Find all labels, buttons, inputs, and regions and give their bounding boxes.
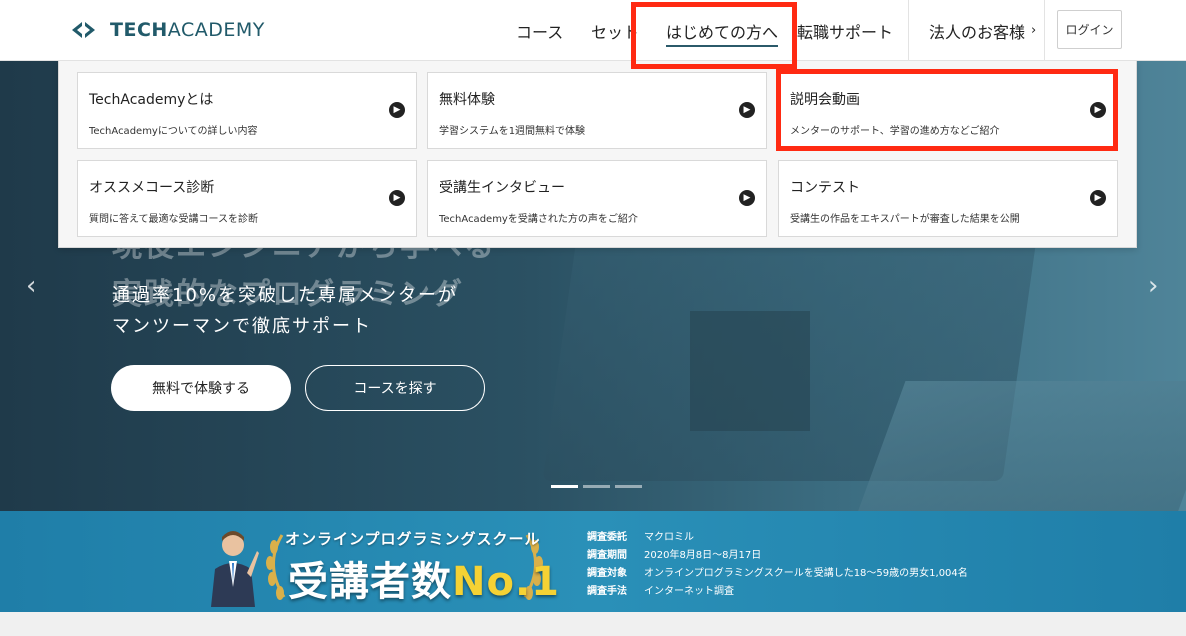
ranking-banner[interactable]: オンラインプログラミングスクール 受講者数No.1 調査委託 マクロミル 調査期間… xyxy=(0,511,1186,612)
hero-video-image xyxy=(690,311,810,431)
card-title: 無料体験 xyxy=(439,92,495,108)
nav-corporate[interactable]: 法人のお客様 › xyxy=(929,0,1036,61)
menu-card-info-session-video[interactable]: 説明会動画 メンターのサポート、学習の進め方などご紹介 ▶ xyxy=(778,72,1118,149)
nav-divider xyxy=(908,0,909,61)
banner-headline: 受講者数No.1 xyxy=(288,559,560,605)
menu-card-interviews[interactable]: 受講生インタビュー TechAcademyを受講された方の声をご紹介 ▶ xyxy=(427,160,767,237)
arrow-circle-icon: ▶ xyxy=(739,190,755,206)
card-title: 受講生インタビュー xyxy=(439,180,565,196)
carousel-dot[interactable] xyxy=(551,485,578,488)
card-description: 学習システムを1週間無料で体験 xyxy=(439,126,586,137)
nav-courses[interactable]: コース xyxy=(516,0,563,61)
chevron-right-icon: › xyxy=(1031,23,1037,38)
survey-info-row: 調査委託 マクロミル xyxy=(587,532,694,543)
logo-text: TECHACADEMY xyxy=(110,19,265,41)
techacademy-logo[interactable]: TECHACADEMY xyxy=(72,16,265,44)
card-description: TechAcademyについての詳しい内容 xyxy=(89,126,258,137)
survey-info-row: 調査手法 インターネット調査 xyxy=(587,586,734,597)
menu-card-about[interactable]: TechAcademyとは TechAcademyについての詳しい内容 ▶ xyxy=(77,72,417,149)
card-description: TechAcademyを受講された方の声をご紹介 xyxy=(439,214,638,225)
hero-subtitle-line1: 通過率10%を突破した専属メンターが xyxy=(112,285,459,306)
nav-divider xyxy=(1044,0,1045,61)
nav-sets[interactable]: セット xyxy=(591,0,639,61)
card-description: メンターのサポート、学習の進め方などご紹介 xyxy=(790,126,1000,137)
find-course-button[interactable]: コースを探す xyxy=(305,365,485,411)
carousel-next-icon[interactable]: › xyxy=(1148,271,1158,301)
carousel-dot[interactable] xyxy=(615,485,642,488)
carousel-indicators xyxy=(551,485,642,488)
arrow-circle-icon: ▶ xyxy=(1090,190,1106,206)
nav-career-support[interactable]: 転職サポート xyxy=(797,0,893,61)
arrow-circle-icon: ▶ xyxy=(389,102,405,118)
logo-brackets-icon xyxy=(72,22,95,38)
person-illustration xyxy=(211,531,259,607)
banner-label: オンラインプログラミングスクール xyxy=(285,530,541,548)
nav-beginners[interactable]: はじめての方へ xyxy=(666,0,779,61)
card-title: コンテスト xyxy=(790,180,860,196)
hero-subtitle-line2: マンツーマンで徹底サポート xyxy=(112,316,372,337)
card-title: 説明会動画 xyxy=(790,92,860,108)
login-button[interactable]: ログイン xyxy=(1057,10,1122,49)
survey-info-row: 調査期間 2020年8月8日〜8月17日 xyxy=(587,550,762,561)
carousel-prev-icon[interactable]: ‹ xyxy=(26,271,36,301)
carousel-dot[interactable] xyxy=(583,485,610,488)
free-trial-button[interactable]: 無料で体験する xyxy=(111,365,291,411)
arrow-circle-icon: ▶ xyxy=(1090,102,1106,118)
beginners-dropdown-menu: TechAcademyとは TechAcademyについての詳しい内容 ▶ 無料… xyxy=(58,61,1137,248)
menu-card-contest[interactable]: コンテスト 受講生の作品をエキスパートが審査した結果を公開 ▶ xyxy=(778,160,1118,237)
hero-keyboard-image xyxy=(854,381,1186,511)
menu-card-free-trial[interactable]: 無料体験 学習システムを1週間無料で体験 ▶ xyxy=(427,72,767,149)
arrow-circle-icon: ▶ xyxy=(739,102,755,118)
card-title: TechAcademyとは xyxy=(89,92,214,108)
site-header: TECHACADEMY コース セット はじめての方へ 転職サポート 法人のお客… xyxy=(0,0,1186,61)
card-description: 受講生の作品をエキスパートが審査した結果を公開 xyxy=(790,214,1020,225)
card-title: オススメコース診断 xyxy=(89,180,215,196)
menu-card-course-diagnosis[interactable]: オススメコース診断 質問に答えて最適な受講コースを診断 ▶ xyxy=(77,160,417,237)
card-description: 質問に答えて最適な受講コースを診断 xyxy=(89,214,258,225)
survey-info-row: 調査対象 オンラインプログラミングスクールを受講した18〜59歳の男女1,004名 xyxy=(587,568,968,579)
arrow-circle-icon: ▶ xyxy=(389,190,405,206)
